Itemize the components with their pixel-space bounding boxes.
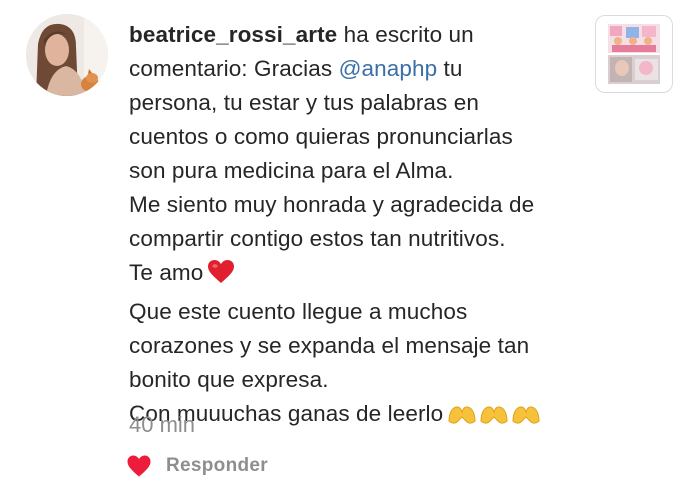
- comment-actions: Responder: [126, 452, 268, 480]
- avatar[interactable]: [26, 14, 108, 96]
- comment-line: bonito que expresa.: [129, 367, 329, 392]
- comment-line: corazones y se expanda el mensaje tan: [129, 333, 530, 358]
- comment-line: compartir contigo estos tan nutritivos.: [129, 226, 506, 251]
- heart-hands-emoji-icon: [447, 402, 541, 436]
- action-text: ha escrito un: [337, 22, 474, 47]
- comment-line: comentario: Gracias @anaphp tu: [129, 52, 589, 86]
- mention-link[interactable]: @anaphp: [339, 56, 438, 81]
- comment-text: beatrice_rossi_arte ha escrito un coment…: [129, 18, 589, 436]
- comment-timestamp: 40 min: [129, 412, 196, 437]
- comment-line: persona, tu estar y tus palabras en: [129, 90, 479, 115]
- comment-line: Que este cuento llegue a muchos: [129, 299, 468, 324]
- username-link[interactable]: beatrice_rossi_arte: [129, 22, 337, 47]
- comment-line: cuentos o como quieras pronunciarlas: [129, 124, 513, 149]
- comment-text-segment: Te amo: [129, 260, 204, 285]
- comment-line: beatrice_rossi_arte ha escrito un: [129, 18, 589, 52]
- red-heart-emoji-icon: [207, 259, 235, 295]
- heart-icon[interactable]: [126, 454, 152, 478]
- reply-button[interactable]: Responder: [166, 455, 268, 477]
- comment-text-segment: tu: [437, 56, 463, 81]
- comment-line: Con muuuchas ganas de leerlo: [129, 397, 589, 436]
- post-thumbnail[interactable]: [595, 15, 673, 93]
- avatar-photo: [26, 14, 108, 96]
- comment-line: Me siento muy honrada y agradecida de: [129, 192, 535, 217]
- comment-line: Te amo: [129, 256, 589, 295]
- comment-text-segment: comentario: Gracias: [129, 56, 339, 81]
- comment-notification: beatrice_rossi_arte ha escrito un coment…: [0, 0, 700, 486]
- post-thumbnail-image: [608, 24, 660, 84]
- comment-line: son pura medicina para el Alma.: [129, 158, 454, 183]
